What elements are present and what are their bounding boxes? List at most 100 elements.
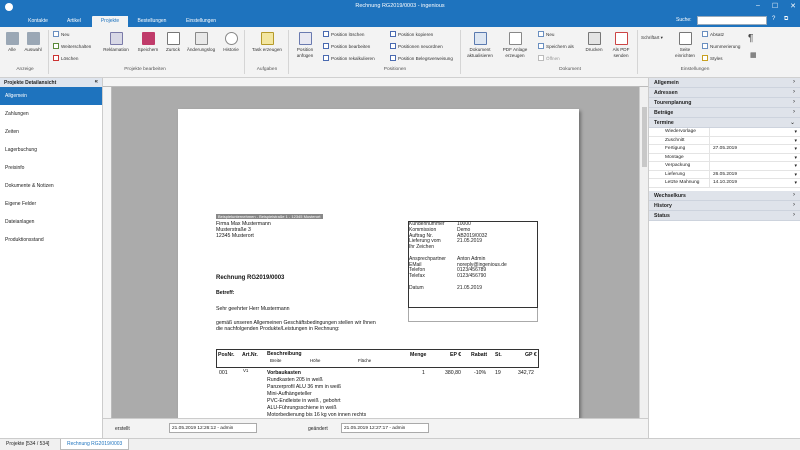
sidebar-item-eigene-felder[interactable]: Eigene Felder [0, 195, 102, 213]
position-belegsverweisung-button[interactable]: Position Belegsverweisung [390, 55, 453, 61]
termin-zuschnitt[interactable]: Zuschnitt ▾ [649, 136, 800, 145]
group-projekte-bearbeiten: Projekte bearbeiten [124, 67, 166, 72]
seite-einrichten-button[interactable]: Seite einrichten [672, 32, 698, 58]
vertical-scrollbar[interactable] [639, 87, 648, 418]
speichern-button[interactable]: Speichern [134, 32, 162, 53]
historie-button[interactable]: Historie [220, 32, 242, 53]
sidebar: Projekte Detailansicht « Allgemein Zahlun… [0, 78, 103, 438]
task-button[interactable]: Task erzeugen [248, 32, 286, 53]
zurueck-button[interactable]: Zurück [164, 32, 182, 53]
section-wechselkurs[interactable]: Wechselkurs › [649, 190, 800, 201]
pdf-anlage-button[interactable]: PDF Anlage erzeugen [500, 32, 530, 58]
sidebar-item-dokumente-notizen[interactable]: Dokumente & Notizen [0, 177, 102, 195]
info-box-footer [408, 308, 538, 322]
help-icon[interactable]: ? [772, 16, 775, 22]
dropdown-icon[interactable]: ▾ [794, 145, 797, 153]
document-page[interactable]: Beispielunternehmen - Beispielstraße 1 -… [178, 109, 579, 418]
search-input[interactable] [697, 16, 767, 25]
tab-kontakte[interactable]: Kontakte [20, 16, 56, 27]
sidebar-item-dateianlagen[interactable]: Dateianlagen [0, 213, 102, 231]
col-rabatt: Rabatt [471, 352, 488, 358]
dropdown-icon[interactable]: ▾ [794, 137, 797, 145]
restore-icon[interactable]: ⧉ [784, 16, 788, 23]
tab-bestellungen[interactable]: Bestellungen [131, 16, 173, 27]
search-label: Suche: [676, 17, 692, 23]
tab-einstellungen[interactable]: Einstellungen [178, 16, 224, 27]
page-setup-icon [678, 32, 692, 45]
neu-button[interactable]: Neu [53, 31, 69, 37]
tab-projekte-list[interactable]: Projekte [534 / 534] [0, 439, 55, 450]
printer-icon [587, 32, 601, 45]
weiterschalten-button[interactable]: Weiterschalten [53, 43, 91, 49]
reklamation-button[interactable]: Reklamation [101, 32, 131, 53]
positions-table-header [216, 349, 539, 368]
position-bearbeiten-button[interactable]: Position bearbeiten [323, 43, 370, 49]
sidebar-item-lagerbuchung[interactable]: Lagerbuchung [0, 141, 102, 159]
dokument-neu-button[interactable]: Neu [538, 31, 554, 37]
section-termine[interactable]: Termine ⌄ [649, 118, 800, 128]
dropdown-icon[interactable]: ▾ [794, 128, 797, 136]
termin-lieferung[interactable]: Lieferung 26.05.2019 ▾ [649, 170, 800, 179]
sidebar-item-zahlungen[interactable]: Zahlungen [0, 105, 102, 123]
section-adressen[interactable]: Adressen › [649, 88, 800, 98]
section-tourenplanung[interactable]: Tourenplanung › [649, 98, 800, 108]
als-pdf-senden-button[interactable]: Als PDF senden [608, 32, 634, 58]
expand-icon: › [793, 89, 795, 95]
collapse-icon[interactable]: « [95, 79, 98, 85]
vertical-ruler[interactable] [103, 87, 112, 418]
alle-button[interactable]: Alle [3, 32, 21, 53]
nummerierung-button[interactable]: Nummerierung [702, 43, 740, 49]
scrollbar-thumb[interactable] [642, 107, 647, 167]
position-kopieren-button[interactable]: Position kopieren [390, 31, 433, 37]
termin-wiedervorlage[interactable]: Wiedervorlage ▾ [649, 128, 800, 137]
section-status[interactable]: Status › [649, 210, 800, 221]
oeffnen-button[interactable]: Öffnen [538, 55, 560, 61]
details-panel: Allgemein › Adressen › Tourenplanung › Betr… [648, 78, 800, 438]
sidebar-item-preisinfo[interactable]: Preisinfo [0, 159, 102, 177]
termin-verpackung[interactable]: Verpackung ▾ [649, 162, 800, 171]
paperclip-icon [508, 32, 522, 45]
termin-montage[interactable]: Montage ▾ [649, 153, 800, 162]
section-betraege[interactable]: Beträge › [649, 108, 800, 118]
dokument-aktualisieren-button[interactable]: Dokument aktualisieren [463, 32, 497, 58]
position-loeschen-button[interactable]: Position löschen [323, 31, 364, 37]
auswahl-button[interactable]: Auswahl [22, 32, 44, 53]
sidebar-item-produktionsstand[interactable]: Produktionsstand [0, 231, 102, 249]
col-ep: EP € [450, 352, 462, 358]
section-history[interactable]: History › [649, 200, 800, 211]
expand-icon: › [793, 79, 795, 85]
dropdown-icon[interactable]: ▾ [794, 171, 797, 179]
table-icon[interactable]: ▦ [750, 51, 757, 59]
aenderungslog-button[interactable]: Änderungslog [185, 32, 217, 53]
group-dokument: Dokument [559, 67, 581, 72]
sidebar-item-allgemein[interactable]: Allgemein [0, 87, 102, 105]
minimize-icon[interactable]: – [756, 2, 760, 10]
sidebar-item-zeiten[interactable]: Zeiten [0, 123, 102, 141]
section-allgemein[interactable]: Allgemein › [649, 78, 800, 88]
col-breite: Breite [270, 358, 282, 363]
drucken-button[interactable]: Drucken [582, 32, 606, 53]
ribbon: Alle Auswahl Anzeige Neu Weiterschalten … [0, 27, 800, 78]
tab-artikel[interactable]: Artikel [58, 16, 90, 27]
absatz-button[interactable]: Absatz [702, 31, 724, 37]
item-gp: 342,72 [518, 370, 534, 376]
termin-fertigung[interactable]: Fertigung 27.05.2019 ▾ [649, 145, 800, 154]
document-editor[interactable]: Beispielunternehmen - Beispielstraße 1 -… [103, 78, 648, 418]
loeschen-button[interactable]: Löschen [53, 55, 78, 61]
styles-button[interactable]: Styles [702, 55, 723, 61]
schriftart-button[interactable]: Schriftart ▾ [640, 35, 664, 41]
dropdown-icon[interactable]: ▾ [794, 154, 797, 162]
horizontal-ruler[interactable] [103, 78, 648, 87]
position-rekalkulieren-button[interactable]: Position rekalkulieren [323, 55, 375, 61]
positionen-neuordnen-button[interactable]: Positionen neuordnen [390, 43, 443, 49]
dropdown-icon[interactable]: ▾ [794, 179, 797, 187]
position-anfuegen-button[interactable]: Position anfügen [291, 32, 319, 58]
dropdown-icon[interactable]: ▾ [794, 162, 797, 170]
speichern-als-button[interactable]: Speichern als [538, 43, 574, 49]
termin-letzte-mahnung[interactable]: Letzte Mahnung 14.10.2019 ▾ [649, 179, 800, 188]
pilcrow-icon[interactable]: ¶ [748, 33, 753, 44]
close-icon[interactable]: ✕ [790, 2, 796, 10]
tab-rechnung[interactable]: Rechnung RG2019/0003 [60, 439, 130, 450]
maximize-icon[interactable]: ☐ [772, 2, 778, 10]
tab-projekte[interactable]: Projekte [92, 16, 128, 27]
